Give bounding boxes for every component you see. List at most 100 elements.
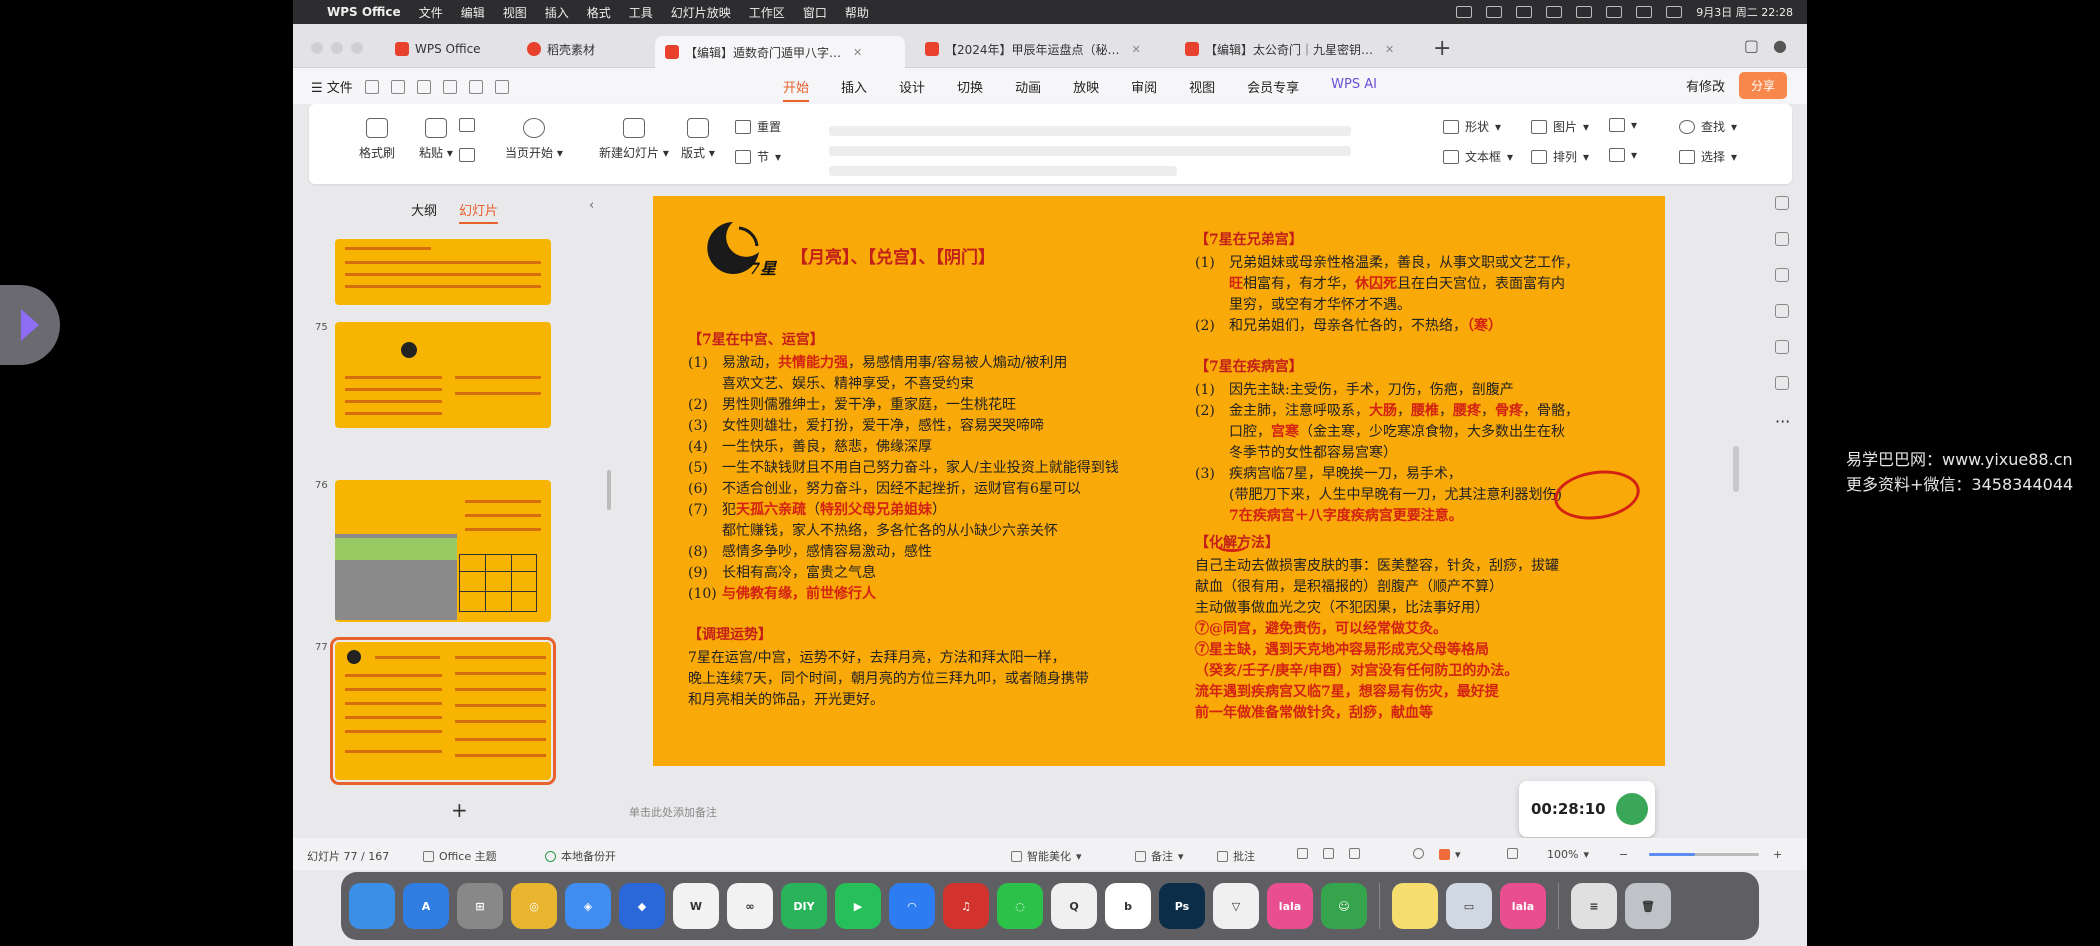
collapse-panel-icon[interactable]: ‹ (589, 198, 594, 213)
notes-placeholder[interactable]: 单击此处添加备注 (629, 804, 717, 820)
menu-insert[interactable]: 插入 (545, 4, 569, 21)
layout-button[interactable]: 版式 ▾ (681, 118, 715, 161)
view-reading-button[interactable] (1349, 848, 1360, 859)
dock-iqiyi-video-icon[interactable]: ▶ (835, 883, 881, 929)
preview-icon[interactable] (442, 79, 457, 94)
settings-icon[interactable] (1775, 232, 1789, 246)
tab-wps-office[interactable]: WPS Office (385, 34, 515, 64)
tab-view[interactable]: 视图 (1189, 77, 1215, 102)
status-app-icon[interactable] (1576, 6, 1593, 18)
copy-button[interactable] (459, 148, 475, 162)
dock-trash-icon[interactable]: 🗑 (1625, 883, 1671, 929)
status-app-icon[interactable] (1516, 6, 1533, 18)
dock-feishu-icon[interactable]: ◆ (619, 883, 665, 929)
find-button[interactable]: 查找 ▾ (1679, 118, 1737, 135)
redo-icon[interactable] (494, 79, 509, 94)
dock-diyi-icon[interactable]: DIY (781, 883, 827, 929)
tab-doc-3[interactable]: 【编辑】太公奇门｜九星密钥… ✕ (1175, 34, 1425, 64)
tab-transition[interactable]: 切换 (957, 77, 983, 102)
zoom-window-button[interactable] (351, 42, 363, 54)
add-slide-button[interactable]: + (451, 798, 468, 822)
reset-button[interactable]: 重置 (735, 118, 781, 135)
dock-chrome-icon[interactable]: ◎ (511, 883, 557, 929)
dock-qq-icon[interactable]: Q (1051, 883, 1097, 929)
tab-design[interactable]: 设计 (899, 77, 925, 102)
star-icon[interactable] (1775, 268, 1789, 282)
view-normal-button[interactable] (1297, 848, 1308, 859)
view-sorter-button[interactable] (1323, 848, 1334, 859)
shape-button[interactable]: 形状 ▾ (1443, 118, 1501, 135)
floating-collapse-button[interactable] (0, 285, 60, 365)
slide-thumbnail-75[interactable] (335, 322, 551, 428)
close-tab-icon[interactable]: ✕ (1385, 43, 1394, 56)
dock-preview-icon[interactable]: ▭ (1446, 883, 1492, 929)
beautify-button[interactable]: 智能美化 ▾ (1011, 848, 1082, 864)
window-layout-icon[interactable]: ▢ (1744, 36, 1759, 55)
dock-safari-icon[interactable]: ◈ (565, 883, 611, 929)
tab-doc-1[interactable]: 【编辑】遁数奇门遁甲八字… ✕ (655, 36, 905, 68)
property-icon[interactable] (1775, 196, 1789, 210)
menubar-app-name[interactable]: WPS Office (327, 5, 401, 19)
menu-slideshow[interactable]: 幻灯片放映 (671, 4, 731, 21)
cut-button[interactable] (459, 118, 475, 132)
close-tab-icon[interactable]: ✕ (1132, 43, 1141, 56)
tab-slideshow[interactable]: 放映 (1073, 77, 1099, 102)
tab-insert[interactable]: 插入 (841, 77, 867, 102)
thumbnail-scrollbar[interactable] (607, 470, 611, 510)
new-slide-button[interactable]: 新建幻灯片 ▾ (599, 118, 669, 161)
tab-animation[interactable]: 动画 (1015, 77, 1041, 102)
dock-document-viewer-icon[interactable]: ≡ (1571, 883, 1617, 929)
menu-format[interactable]: 格式 (587, 4, 611, 21)
undo-icon[interactable] (468, 79, 483, 94)
tab-slides[interactable]: 幻灯片 (459, 200, 499, 224)
menu-file[interactable]: 文件 (419, 4, 443, 21)
tab-outline[interactable]: 大纲 (411, 200, 437, 224)
dock-bing-icon[interactable]: b (1105, 883, 1151, 929)
slideshow-button[interactable]: ▾ (1439, 848, 1461, 861)
recording-timer[interactable]: 00:28:10 (1519, 781, 1655, 837)
canvas-scrollbar[interactable] (1733, 446, 1739, 492)
tab-review[interactable]: 审阅 (1131, 77, 1157, 102)
tab-docer[interactable]: 稻壳素材 (517, 34, 627, 64)
dock-launchpad-icon[interactable]: ⊞ (457, 883, 503, 929)
play-button[interactable] (1413, 848, 1424, 859)
dock-notes-icon[interactable] (1392, 883, 1438, 929)
close-window-button[interactable] (311, 42, 323, 54)
modify-status[interactable]: 有修改 (1686, 76, 1725, 95)
export-icon[interactable] (390, 79, 405, 94)
tab-member[interactable]: 会员专享 (1247, 77, 1299, 102)
history-icon[interactable] (1775, 376, 1789, 390)
play-from-current-button[interactable]: 当页开始 ▾ (505, 118, 563, 161)
search-icon[interactable] (1636, 6, 1653, 18)
slide-thumbnail-76[interactable] (335, 480, 551, 622)
tab-wps-ai[interactable]: WPS AI (1331, 77, 1377, 102)
dock-app-store-icon[interactable]: A (403, 883, 449, 929)
status-app-icon[interactable] (1486, 6, 1503, 18)
share-button[interactable]: 分享 (1738, 72, 1787, 99)
more-arrange-button[interactable]: ▾ (1609, 148, 1637, 162)
zoom-in-button[interactable]: + (1773, 848, 1782, 861)
menu-view[interactable]: 视图 (503, 4, 527, 21)
menu-help[interactable]: 帮助 (845, 4, 869, 21)
fit-window-button[interactable] (1507, 848, 1518, 859)
copy-icon[interactable] (1775, 304, 1789, 318)
zoom-level[interactable]: 100% ▾ (1547, 848, 1589, 861)
zoom-out-button[interactable]: − (1619, 848, 1628, 861)
wifi-icon[interactable] (1606, 6, 1623, 18)
tab-home[interactable]: 开始 (783, 77, 810, 102)
status-app-icon[interactable] (1456, 6, 1473, 18)
tab-doc-2[interactable]: 【2024年】甲辰年运盘点（秘… ✕ (915, 34, 1165, 64)
dock-finder-icon[interactable] (349, 883, 395, 929)
format-painter-button[interactable]: 格式刷 (359, 118, 395, 161)
menu-edit[interactable]: 编辑 (461, 4, 485, 21)
theme-button[interactable]: Office 主题 (423, 848, 497, 864)
minimize-window-button[interactable] (331, 42, 343, 54)
dock-lala-app-icon[interactable]: lala (1267, 883, 1313, 929)
save-icon[interactable] (364, 79, 379, 94)
dock-netease-music-icon[interactable]: ♫ (943, 883, 989, 929)
zoom-slider[interactable] (1649, 853, 1759, 856)
paste-button[interactable]: 粘贴 ▾ (419, 118, 453, 161)
menu-tools[interactable]: 工具 (629, 4, 653, 21)
user-avatar-icon[interactable]: ● (1773, 36, 1787, 55)
menu-window[interactable]: 窗口 (803, 4, 827, 21)
